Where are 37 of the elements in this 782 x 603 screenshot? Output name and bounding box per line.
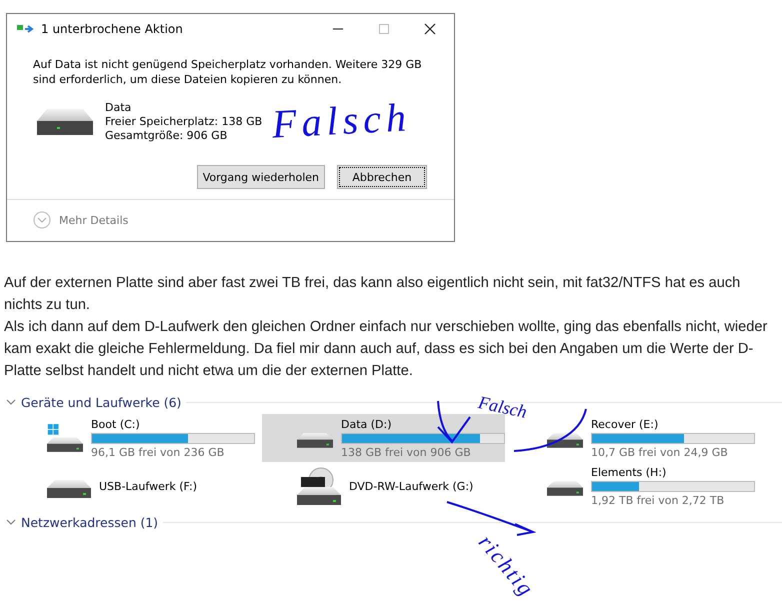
drive-tile[interactable]: DVD-RW-Laufwerk (G:) xyxy=(262,462,505,510)
drive-name: Data xyxy=(105,101,132,115)
retry-button[interactable]: Vorgang wiederholen xyxy=(196,165,325,189)
chevron-down-icon xyxy=(33,211,51,229)
system-drive-icon xyxy=(47,421,83,455)
chevron-down-icon xyxy=(6,519,16,525)
close-icon xyxy=(424,23,436,35)
free-space-text: 10,7 GB frei von 24,9 GB xyxy=(591,446,729,458)
more-details-link[interactable]: Mehr Details xyxy=(59,214,128,226)
drive-name: Data (D:) xyxy=(341,418,393,430)
dvd-drive-icon xyxy=(297,467,341,505)
drive-name: Boot (C:) xyxy=(91,418,141,430)
drive-name: Elements (H:) xyxy=(591,466,668,478)
window-title: 1 unterbrochene Aktion xyxy=(41,22,184,36)
drive-tile[interactable]: USB-Laufwerk (F:) xyxy=(12,462,255,510)
free-space-text: 96,1 GB frei von 236 GB xyxy=(91,446,226,458)
total-size-text: Gesamtgröße: 906 GB xyxy=(105,129,228,143)
error-message: Auf Data ist nicht genügend Speicherplatz vorhanden. Weitere 329 GB sind erforderlich, um diese Dateien kopieren zu können. xyxy=(32,57,423,87)
drive-name: USB-Laufwerk (F:) xyxy=(99,480,197,492)
handwritten-note: Falsch xyxy=(270,93,412,148)
copy-arrow-icon xyxy=(17,24,35,34)
cancel-button[interactable]: Abbrechen xyxy=(337,165,427,189)
group-header[interactable]: Netzwerkadressen (1) xyxy=(21,514,158,530)
drive-name: DVD-RW-Laufwerk (G:) xyxy=(349,480,474,492)
chevron-down-icon xyxy=(6,399,16,405)
free-space-text: Freier Speicherplatz: 138 GB xyxy=(105,115,262,129)
drive-tile[interactable]: Boot (C:) 96,1 GB frei von 236 GB xyxy=(12,414,255,462)
post-paragraph: Auf der externen Platte sind aber fast zwei TB frei, das kann also eigentlich nicht sein, mit fat32/NTFS hat es auch nichts zu tun. xyxy=(4,274,742,315)
drive-name: Recover (E:) xyxy=(591,418,660,430)
drive-tile[interactable]: Elements (H:) 1,92 TB frei von 2,72 TB xyxy=(512,462,755,510)
hard-drive-icon xyxy=(37,107,93,137)
free-space-text: 1,92 TB frei von 2,72 TB xyxy=(591,494,726,506)
post-paragraph: Als ich dann auf dem D-Laufwerk den gleichen Ordner einfach nur verschieben wollte, ging das ebenfalls nicht, wieder kam exakt die gleiche Fehlermeldung. Da fiel mir dann auch auf, dass es sich bei den Angaben um die Werte der D-Platte selbst handelt und nicht etwa um die der externen Platte. xyxy=(4,318,768,381)
drive-tile[interactable]: Data (D:) 138 GB frei von 906 GB xyxy=(262,414,505,462)
free-space-text: 138 GB frei von 906 GB xyxy=(341,446,472,458)
maximize-icon xyxy=(378,23,390,35)
group-header[interactable]: Geräte und Laufwerke (6) xyxy=(21,394,182,410)
